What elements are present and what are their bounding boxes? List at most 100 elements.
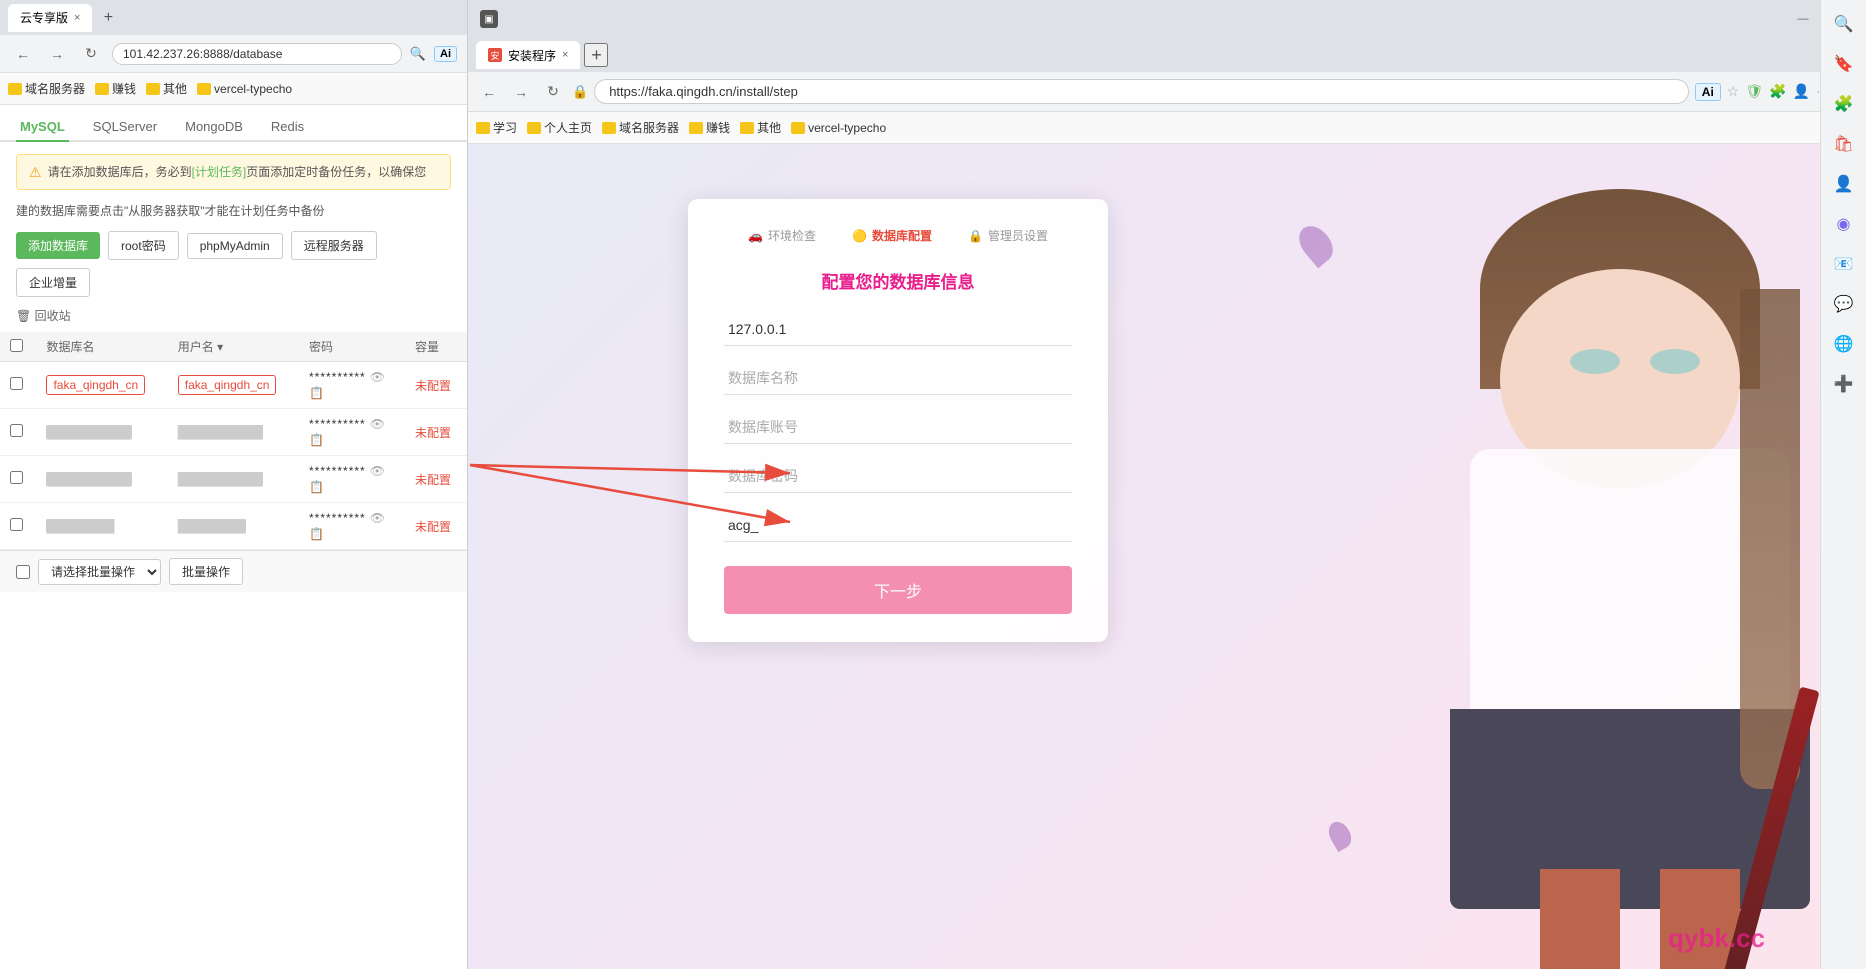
select-all-header[interactable] [10,339,23,352]
right-ai-badge: Ai [1695,83,1721,101]
star-icon[interactable]: ☆ [1727,83,1740,100]
bookmark-folder-icon-3 [146,83,160,95]
right-bm-label-1: 学习 [493,119,517,136]
db-table: 数据库名 用户名 ▾ 密码 容量 faka_qingdh_cn faka_qin… [0,332,467,550]
extensions-icon[interactable]: 🧩 [1769,83,1786,100]
row2-checkbox[interactable] [10,424,23,437]
right-tab-add[interactable]: + [584,43,608,67]
sidebar-circle-btn[interactable]: ◉ [1828,208,1860,240]
row4-checkbox[interactable] [10,518,23,531]
db-name-input[interactable] [724,362,1072,395]
bookmark-yuming[interactable]: 域名服务器 [8,80,85,97]
left-tab-active[interactable]: 云专享版 × [8,4,92,32]
row1-copy-icon[interactable]: 📋 [309,386,395,400]
right-bookmark-xuexi[interactable]: 学习 [476,119,517,136]
table-row: faka_qingdh_cn faka_qingdh_cn **********… [0,362,467,409]
right-bookmark-other[interactable]: 其他 [740,119,781,136]
tab-sqlserver[interactable]: SQLServer [89,113,161,142]
right-url-input[interactable] [594,79,1689,104]
left-forward-btn[interactable]: → [44,41,70,67]
browser-app-icon: ▣ [480,10,498,28]
add-db-btn[interactable]: 添加数据库 [16,232,100,259]
right-bookmark-zhuanqian[interactable]: 赚钱 [689,119,730,136]
right-tab-close[interactable]: × [562,49,568,61]
row4-username: ████████ [178,519,246,533]
right-bm-label-5: 其他 [757,119,781,136]
right-bm-icon-6 [791,122,805,134]
sidebar-chat-btn[interactable]: 💬 [1828,288,1860,320]
row2-copy-icon[interactable]: 📋 [309,433,395,447]
tab-redis[interactable]: Redis [267,113,308,142]
right-bm-label-6: vercel-typecho [808,121,886,135]
right-bookmark-vercel[interactable]: vercel-typecho [791,121,886,135]
sidebar-shopping-btn[interactable]: 🛍 [1828,128,1860,160]
right-title-bar: ▣ — □ × [468,0,1866,38]
right-address-bar: ← → ↻ 🔒 Ai ☆ 🛡 🧩 👤 ⋯ B [468,72,1866,112]
sidebar-globe-btn[interactable]: 🌐 [1828,328,1860,360]
enterprise-btn[interactable]: 企业增量 [16,268,90,297]
row3-copy-icon[interactable]: 📋 [309,480,395,494]
row1-checkbox[interactable] [10,377,23,390]
select-all-checkbox[interactable] [16,565,30,579]
phpmyadmin-btn[interactable]: phpMyAdmin [187,233,283,259]
left-url-input[interactable] [112,43,402,65]
sidebar-user-btn[interactable]: 👤 [1828,168,1860,200]
step-admin-icon: 🔒 [968,229,983,243]
left-tab-add-btn[interactable]: + [96,6,120,30]
bottom-bar: 请选择批量操作 批量操作 [0,550,467,592]
remote-server-btn[interactable]: 远程服务器 [291,231,377,260]
right-forward-btn[interactable]: → [508,79,534,105]
batch-action-btn[interactable]: 批量操作 [169,558,243,585]
right-tab-install[interactable]: 安 安装程序 × [476,41,580,69]
sidebar-extensions-btn[interactable]: 🧩 [1828,88,1860,120]
root-password-btn[interactable]: root密码 [108,231,179,260]
db-prefix-input[interactable] [724,509,1072,542]
bookmark-vercel[interactable]: vercel-typecho [197,82,292,96]
row3-eye-icon[interactable]: 👁 [370,464,385,478]
row3-capacity: 未配置 [415,473,451,487]
db-account-input[interactable] [724,411,1072,444]
step-environment: 🚗 环境检查 [748,227,816,244]
bookmark-folder-icon-2 [95,83,109,95]
row2-eye-icon[interactable]: 👁 [370,417,385,431]
bookmark-zhuanqian[interactable]: 赚钱 [95,80,136,97]
right-bookmark-yuming[interactable]: 域名服务器 [602,119,679,136]
bookmark-yuming-label: 域名服务器 [25,80,85,97]
right-refresh-btn[interactable]: ↻ [540,79,566,105]
row1-username: faka_qingdh_cn [178,375,277,395]
left-tab-close-btn[interactable]: × [74,12,80,24]
row1-eye-icon[interactable]: 👁 [370,370,385,384]
minimize-btn[interactable]: — [1796,12,1810,26]
left-back-btn[interactable]: ← [10,41,36,67]
right-tab-icon: 安 [488,48,502,62]
next-step-btn[interactable]: 下一步 [724,566,1072,614]
db-password-input[interactable] [724,460,1072,493]
warning-icon: ⚠ [29,164,42,181]
batch-select-dropdown[interactable]: 请选择批量操作 [38,559,161,585]
sidebar-outlook-btn[interactable]: 📧 [1828,248,1860,280]
db-host-input[interactable] [724,313,1072,346]
sidebar-search-btn[interactable]: 🔍 [1828,8,1860,40]
trash-btn[interactable]: 🗑 回收站 [16,307,71,324]
row4-eye-icon[interactable]: 👁 [370,511,385,525]
left-refresh-btn[interactable]: ↻ [78,41,104,67]
right-back-btn[interactable]: ← [476,79,502,105]
row4-copy-icon[interactable]: 📋 [309,527,395,541]
right-browser: ▣ — □ × 安 安装程序 × + ← → ↻ 🔒 Ai ☆ 🛡 🧩 👤 ⋯ … [468,0,1866,969]
row3-checkbox[interactable] [10,471,23,484]
right-bm-icon-1 [476,122,490,134]
tab-mongodb[interactable]: MongoDB [181,113,247,142]
warning-link[interactable]: [计划任务] [192,165,247,179]
sidebar-add-btn[interactable]: ➕ [1828,368,1860,400]
user-icon[interactable]: 👤 [1793,83,1810,100]
bookmark-other[interactable]: 其他 [146,80,187,97]
th-username: 用户名 ▾ [168,332,299,362]
right-bookmark-grzhuye[interactable]: 个人主页 [527,119,592,136]
bookmark-vercel-label: vercel-typecho [214,82,292,96]
tab-mysql[interactable]: MySQL [16,113,69,142]
row4-dbname: ████████ [46,519,114,533]
sidebar-bookmark-btn[interactable]: 🔖 [1828,48,1860,80]
step-admin-label: 管理员设置 [988,227,1048,244]
bookmark-folder-icon-1 [8,83,22,95]
th-checkbox [0,332,36,362]
